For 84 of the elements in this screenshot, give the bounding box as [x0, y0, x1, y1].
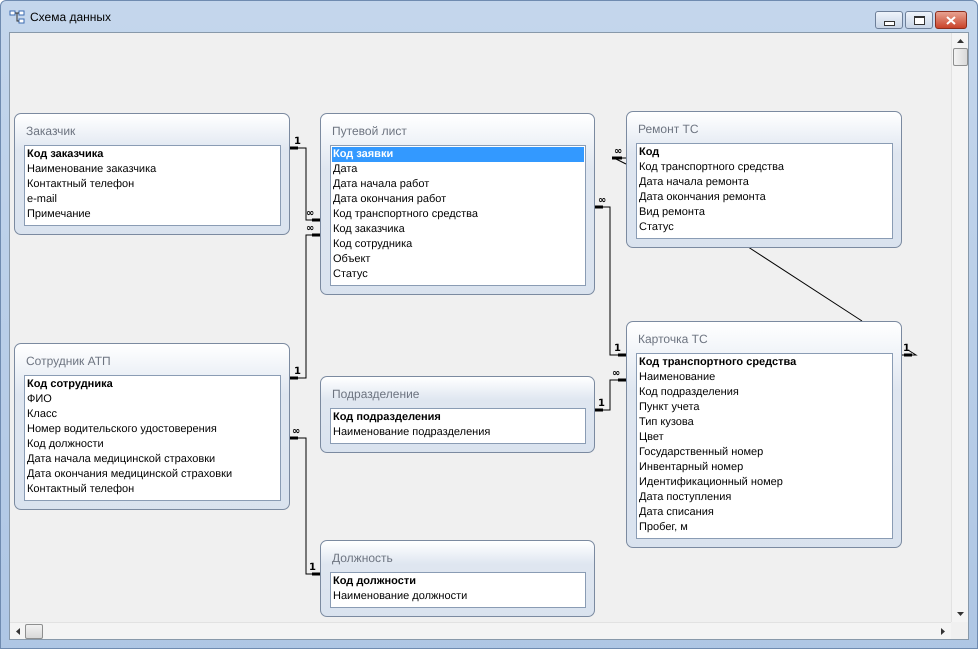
table-title: Сотрудник АТП	[25, 353, 112, 370]
field-item[interactable]: Код транспортного средства	[332, 207, 584, 222]
cardinality-label: 1	[614, 343, 621, 354]
relationship-line	[594, 378, 626, 412]
table-card[interactable]: Заказчик Код заказчика Наименование заказчика Контактный телефон e-mail Примечание	[14, 113, 290, 235]
field-item[interactable]: Наименование подразделения	[332, 425, 584, 440]
field-item[interactable]: Код	[638, 145, 891, 160]
field-item[interactable]: Наименование	[638, 370, 891, 385]
field-item[interactable]: Контактный телефон	[26, 482, 279, 497]
relationships-icon	[9, 10, 25, 24]
field-item[interactable]: Код должности	[332, 574, 584, 589]
table-title: Путевой лист	[331, 123, 408, 140]
table-title: Подразделение	[331, 386, 420, 403]
table-card[interactable]: Должность Код должности Наименование должности	[320, 540, 595, 617]
table-card[interactable]: Сотрудник АТП Код сотрудника ФИО Класс Номер водительского удостоверения Код должности Дата начала медицинской страховки Дата окончания медицинской страховки Контактный телефон	[14, 343, 290, 510]
scroll-up-icon[interactable]	[956, 39, 964, 43]
field-item[interactable]: Код должности	[26, 437, 279, 452]
field-item[interactable]: Дата поступления	[638, 490, 891, 505]
cardinality-label: ∞	[614, 146, 622, 157]
field-item[interactable]: Цвет	[638, 430, 891, 445]
field-item[interactable]: Дата начала ремонта	[638, 175, 891, 190]
cardinality-label: 1	[598, 398, 605, 409]
field-item[interactable]: Дата	[332, 162, 584, 177]
field-item[interactable]: Тип кузова	[638, 415, 891, 430]
field-item[interactable]: Инвентарный номер	[638, 460, 891, 475]
field-item[interactable]: Объект	[332, 252, 584, 267]
field-item[interactable]: Код подразделения	[332, 410, 584, 425]
field-item[interactable]: Класс	[26, 407, 279, 422]
field-item[interactable]: Код транспортного средства	[638, 355, 891, 370]
field-item[interactable]: Примечание	[26, 207, 279, 222]
field-item[interactable]: Государственный номер	[638, 445, 891, 460]
field-item[interactable]: Статус	[332, 267, 584, 282]
field-item[interactable]: Идентификационный номер	[638, 475, 891, 490]
field-item[interactable]: Дата начала медицинской страховки	[26, 452, 279, 467]
scroll-down-icon[interactable]	[956, 612, 964, 616]
field-item[interactable]: Дата окончания работ	[332, 192, 584, 207]
field-item[interactable]: Наименование должности	[332, 589, 584, 604]
cardinality-label: ∞	[306, 223, 314, 234]
scroll-right-icon[interactable]	[941, 628, 945, 634]
cardinality-label: ∞	[612, 368, 620, 379]
field-item[interactable]: Вид ремонта	[638, 205, 891, 220]
field-item[interactable]: Дата окончания медицинской страховки	[26, 467, 279, 482]
table-title: Должность	[331, 550, 394, 567]
scrollbar-thumb[interactable]	[952, 48, 968, 66]
table-title: Ремонт ТС	[637, 121, 700, 138]
close-button[interactable]	[935, 11, 967, 29]
table-title: Карточка ТС	[637, 331, 709, 348]
restore-button[interactable]	[905, 11, 933, 29]
cardinality-label: ∞	[306, 208, 314, 219]
field-item[interactable]: Код транспортного средства	[638, 160, 891, 175]
table-card[interactable]	[626, 321, 902, 548]
window-title: Схема данных	[30, 10, 112, 24]
field-item[interactable]: Дата списания	[638, 505, 891, 520]
field-item[interactable]: Статус	[638, 220, 891, 235]
field-item[interactable]: Код подразделения	[638, 385, 891, 400]
field-item[interactable]: Код сотрудника	[26, 377, 279, 392]
field-item[interactable]: Пункт учета	[638, 400, 891, 415]
table-title: Заказчик	[25, 123, 76, 140]
cardinality-label: 1	[294, 136, 301, 147]
horizontal-scrollbar[interactable]	[10, 622, 951, 639]
cardinality-label: ∞	[292, 426, 300, 437]
cardinality-label: 1	[294, 366, 301, 377]
minimize-button[interactable]	[875, 11, 903, 29]
table-card[interactable]: Ремонт ТС Код Код транспортного средства Дата начала ремонта Дата окончания ремонта Вид ремонта Статус	[626, 111, 902, 248]
field-item[interactable]: Дата окончания ремонта	[638, 190, 891, 205]
field-item[interactable]: Код сотрудника	[332, 237, 584, 252]
vertical-scrollbar[interactable]	[951, 33, 968, 622]
field-item[interactable]: Наименование заказчика	[26, 162, 279, 177]
field-item[interactable]: Дата начала работ	[332, 177, 584, 192]
scroll-left-icon[interactable]	[16, 628, 20, 634]
cardinality-label: 1	[903, 343, 910, 354]
cardinality-label: ∞	[598, 195, 606, 206]
scrollbar-thumb[interactable]	[25, 624, 43, 638]
table-card[interactable]: Подразделение Код подразделения Наименование подразделения	[320, 376, 595, 453]
table-card[interactable]: Путевой лист Код заявки Дата Дата начала работ Дата окончания работ Код транспортного средства Код заказчика Код сотрудника Объект Статус	[320, 113, 595, 295]
field-item[interactable]: Номер водительского удостоверения	[26, 422, 279, 437]
field-item[interactable]: Код заказчика	[332, 222, 584, 237]
cardinality-label: 1	[309, 562, 316, 573]
field-item[interactable]: Код заказчика	[26, 147, 279, 162]
field-item[interactable]: ФИО	[26, 392, 279, 407]
field-item[interactable]: e-mail	[26, 192, 279, 207]
close-icon	[946, 16, 956, 24]
field-item[interactable]: Контактный телефон	[26, 177, 279, 192]
field-item[interactable]: Пробег, м	[638, 520, 891, 535]
